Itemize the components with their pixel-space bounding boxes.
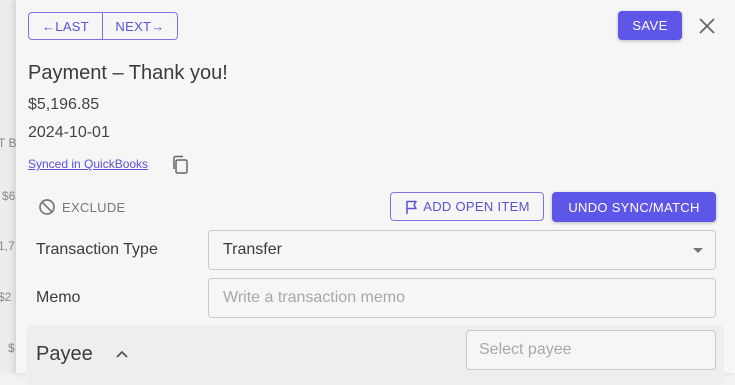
next-button[interactable]: NEXT→ bbox=[103, 12, 178, 40]
transaction-title: Payment – Thank you! bbox=[28, 62, 228, 84]
last-button[interactable]: ←LAST bbox=[28, 12, 103, 40]
undo-sync-match-button[interactable]: UNDO SYNC/MATCH bbox=[552, 192, 716, 222]
memo-label: Memo bbox=[36, 289, 81, 306]
transaction-type-label: Transaction Type bbox=[36, 241, 158, 258]
transaction-date: 2024-10-01 bbox=[28, 124, 110, 141]
add-open-item-button[interactable]: ADD OPEN ITEM bbox=[390, 192, 544, 221]
exclude-button[interactable]: EXCLUDE bbox=[38, 198, 126, 216]
exclude-label: EXCLUDE bbox=[62, 199, 126, 215]
payee-select[interactable]: Select payee bbox=[466, 330, 716, 370]
close-icon[interactable] bbox=[696, 15, 718, 37]
background-text: $ bbox=[8, 341, 15, 355]
memo-placeholder: Write a transaction memo bbox=[223, 289, 405, 306]
chevron-down-icon bbox=[693, 248, 703, 253]
payee-placeholder: Select payee bbox=[479, 341, 572, 358]
memo-input[interactable]: Write a transaction memo bbox=[208, 278, 716, 318]
transaction-amount: $5,196.85 bbox=[28, 96, 100, 113]
transaction-type-value: Transfer bbox=[223, 241, 282, 258]
flag-icon bbox=[406, 200, 418, 214]
background-text: $2 bbox=[0, 290, 12, 304]
background-text: $6 bbox=[2, 189, 16, 203]
block-icon bbox=[39, 199, 55, 215]
transaction-type-select[interactable]: Transfer bbox=[208, 230, 716, 270]
background-page: T B $6 1,7 $2 $ bbox=[0, 0, 16, 373]
background-text: 1,7 bbox=[0, 239, 15, 253]
prev-next-group: ←LAST NEXT→ bbox=[28, 12, 178, 40]
chevron-up-icon[interactable] bbox=[115, 347, 129, 359]
add-open-item-label: ADD OPEN ITEM bbox=[423, 199, 530, 214]
save-button[interactable]: SAVE bbox=[618, 11, 682, 40]
transaction-drawer: ←LAST NEXT→ SAVE Payment – Thank you! $5… bbox=[16, 0, 735, 385]
payee-section-label: Payee bbox=[36, 343, 93, 365]
background-text: T B bbox=[0, 136, 16, 150]
copy-icon[interactable] bbox=[171, 155, 189, 175]
synced-quickbooks-link[interactable]: Synced in QuickBooks bbox=[28, 157, 148, 171]
